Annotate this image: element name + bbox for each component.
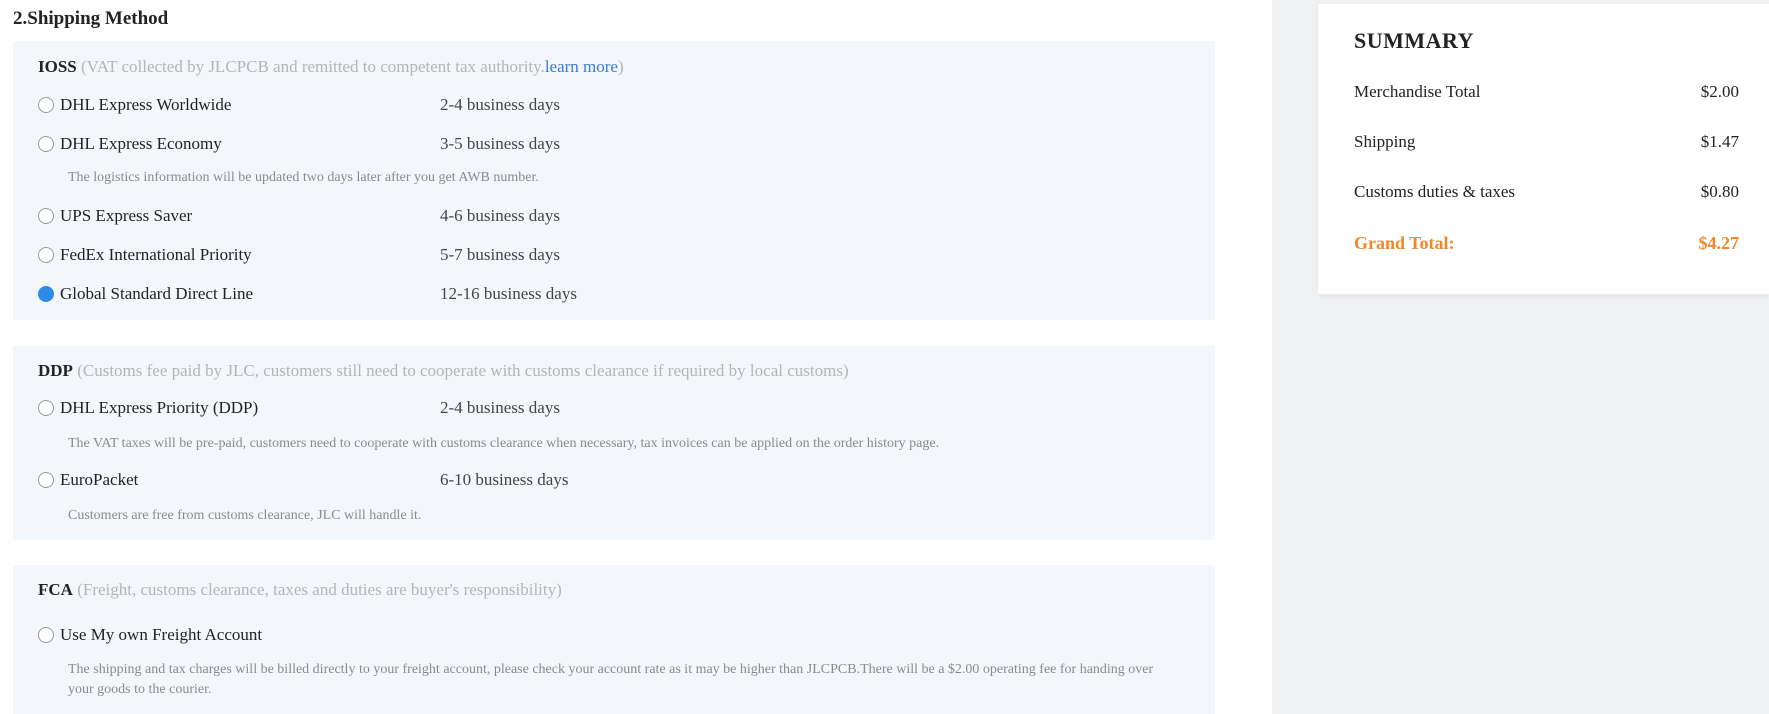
- ddp-header: DDP (Customs fee paid by JLC, customers …: [38, 361, 849, 381]
- radio-dhl-express-worldwide[interactable]: [38, 97, 54, 113]
- radio-europacket[interactable]: [38, 472, 54, 488]
- ddp-panel: DDP (Customs fee paid by JLC, customers …: [13, 346, 1215, 540]
- option-europacket[interactable]: EuroPacket 6-10 business days: [38, 470, 738, 492]
- summary-label: Shipping: [1354, 132, 1416, 151]
- option-days: 5-7 business days: [440, 245, 560, 264]
- option-days: 2-4 business days: [440, 398, 560, 417]
- fca-description: (Freight, customs clearance, taxes and d…: [72, 580, 562, 599]
- option-name[interactable]: DHL Express Priority (DDP): [60, 398, 258, 418]
- option-dhl-express-worldwide[interactable]: DHL Express Worldwide 2-4 business days: [38, 95, 738, 117]
- radio-dhl-express-priority-ddp[interactable]: [38, 400, 54, 416]
- ddp-code: DDP: [38, 361, 73, 380]
- fca-code: FCA: [38, 580, 73, 599]
- freight-account-note: The shipping and tax charges will be bil…: [68, 662, 1154, 697]
- option-name[interactable]: Use My own Freight Account: [60, 625, 262, 645]
- summary-card: SUMMARY Merchandise Total $2.00 Shipping…: [1318, 4, 1769, 294]
- summary-value: $1.47: [1700, 132, 1739, 151]
- economy-note: The logistics information will be update…: [68, 170, 539, 185]
- option-dhl-express-economy[interactable]: DHL Express Economy 3-5 business days: [38, 134, 738, 156]
- option-dhl-express-priority-ddp[interactable]: DHL Express Priority (DDP) 2-4 business …: [38, 398, 738, 420]
- radio-ups-express-saver[interactable]: [38, 208, 54, 224]
- checkout-page: 2.Shipping Method IOSS (VAT collected by…: [0, 0, 1769, 714]
- learn-more-link[interactable]: learn more: [545, 57, 618, 76]
- ioss-code: IOSS: [38, 57, 77, 76]
- fca-panel: FCA (Freight, customs clearance, taxes a…: [13, 565, 1215, 714]
- summary-value: $0.80: [1700, 182, 1739, 201]
- option-name[interactable]: DHL Express Worldwide: [60, 95, 231, 115]
- option-fedex-international-priority[interactable]: FedEx International Priority 5-7 busines…: [38, 245, 738, 267]
- section-title: 2.Shipping Method: [13, 8, 169, 29]
- ioss-description-close: ): [617, 57, 624, 76]
- ioss-description: (VAT collected by JLCPCB and remitted to…: [76, 57, 545, 76]
- europacket-note: Customers are free from customs clearanc…: [68, 508, 422, 523]
- option-name[interactable]: EuroPacket: [60, 470, 138, 490]
- ioss-panel: IOSS (VAT collected by JLCPCB and remitt…: [13, 41, 1215, 320]
- shipping-method-area: 2.Shipping Method IOSS (VAT collected by…: [0, 0, 1272, 714]
- option-days: 3-5 business days: [440, 134, 560, 153]
- option-own-freight-account[interactable]: Use My own Freight Account: [38, 625, 738, 647]
- option-name[interactable]: DHL Express Economy: [60, 134, 222, 154]
- option-days: 4-6 business days: [440, 206, 560, 225]
- radio-dhl-express-economy[interactable]: [38, 136, 54, 152]
- radio-fedex-international-priority[interactable]: [38, 247, 54, 263]
- ddp-vat-note: The VAT taxes will be pre-paid, customer…: [68, 436, 940, 451]
- grand-total-label: Grand Total:: [1354, 233, 1455, 253]
- option-name[interactable]: UPS Express Saver: [60, 206, 192, 226]
- radio-own-freight-account[interactable]: [38, 627, 54, 643]
- option-global-standard-direct-line[interactable]: Global Standard Direct Line 12-16 busine…: [38, 284, 738, 306]
- ddp-description: (Customs fee paid by JLC, customers stil…: [72, 361, 849, 380]
- summary-title: SUMMARY: [1354, 28, 1475, 53]
- radio-global-standard-direct-line[interactable]: [38, 286, 54, 302]
- option-days: 6-10 business days: [440, 470, 569, 489]
- summary-label: Merchandise Total: [1354, 82, 1481, 101]
- grand-total-value: $4.27: [1698, 233, 1740, 253]
- ioss-header: IOSS (VAT collected by JLCPCB and remitt…: [38, 57, 624, 77]
- summary-value: $2.00: [1700, 82, 1739, 101]
- option-name[interactable]: Global Standard Direct Line: [60, 284, 253, 304]
- fca-header: FCA (Freight, customs clearance, taxes a…: [38, 580, 562, 600]
- option-name[interactable]: FedEx International Priority: [60, 245, 252, 265]
- option-days: 12-16 business days: [440, 284, 577, 303]
- summary-label: Customs duties & taxes: [1354, 182, 1516, 201]
- option-ups-express-saver[interactable]: UPS Express Saver 4-6 business days: [38, 206, 738, 228]
- option-days: 2-4 business days: [440, 95, 560, 114]
